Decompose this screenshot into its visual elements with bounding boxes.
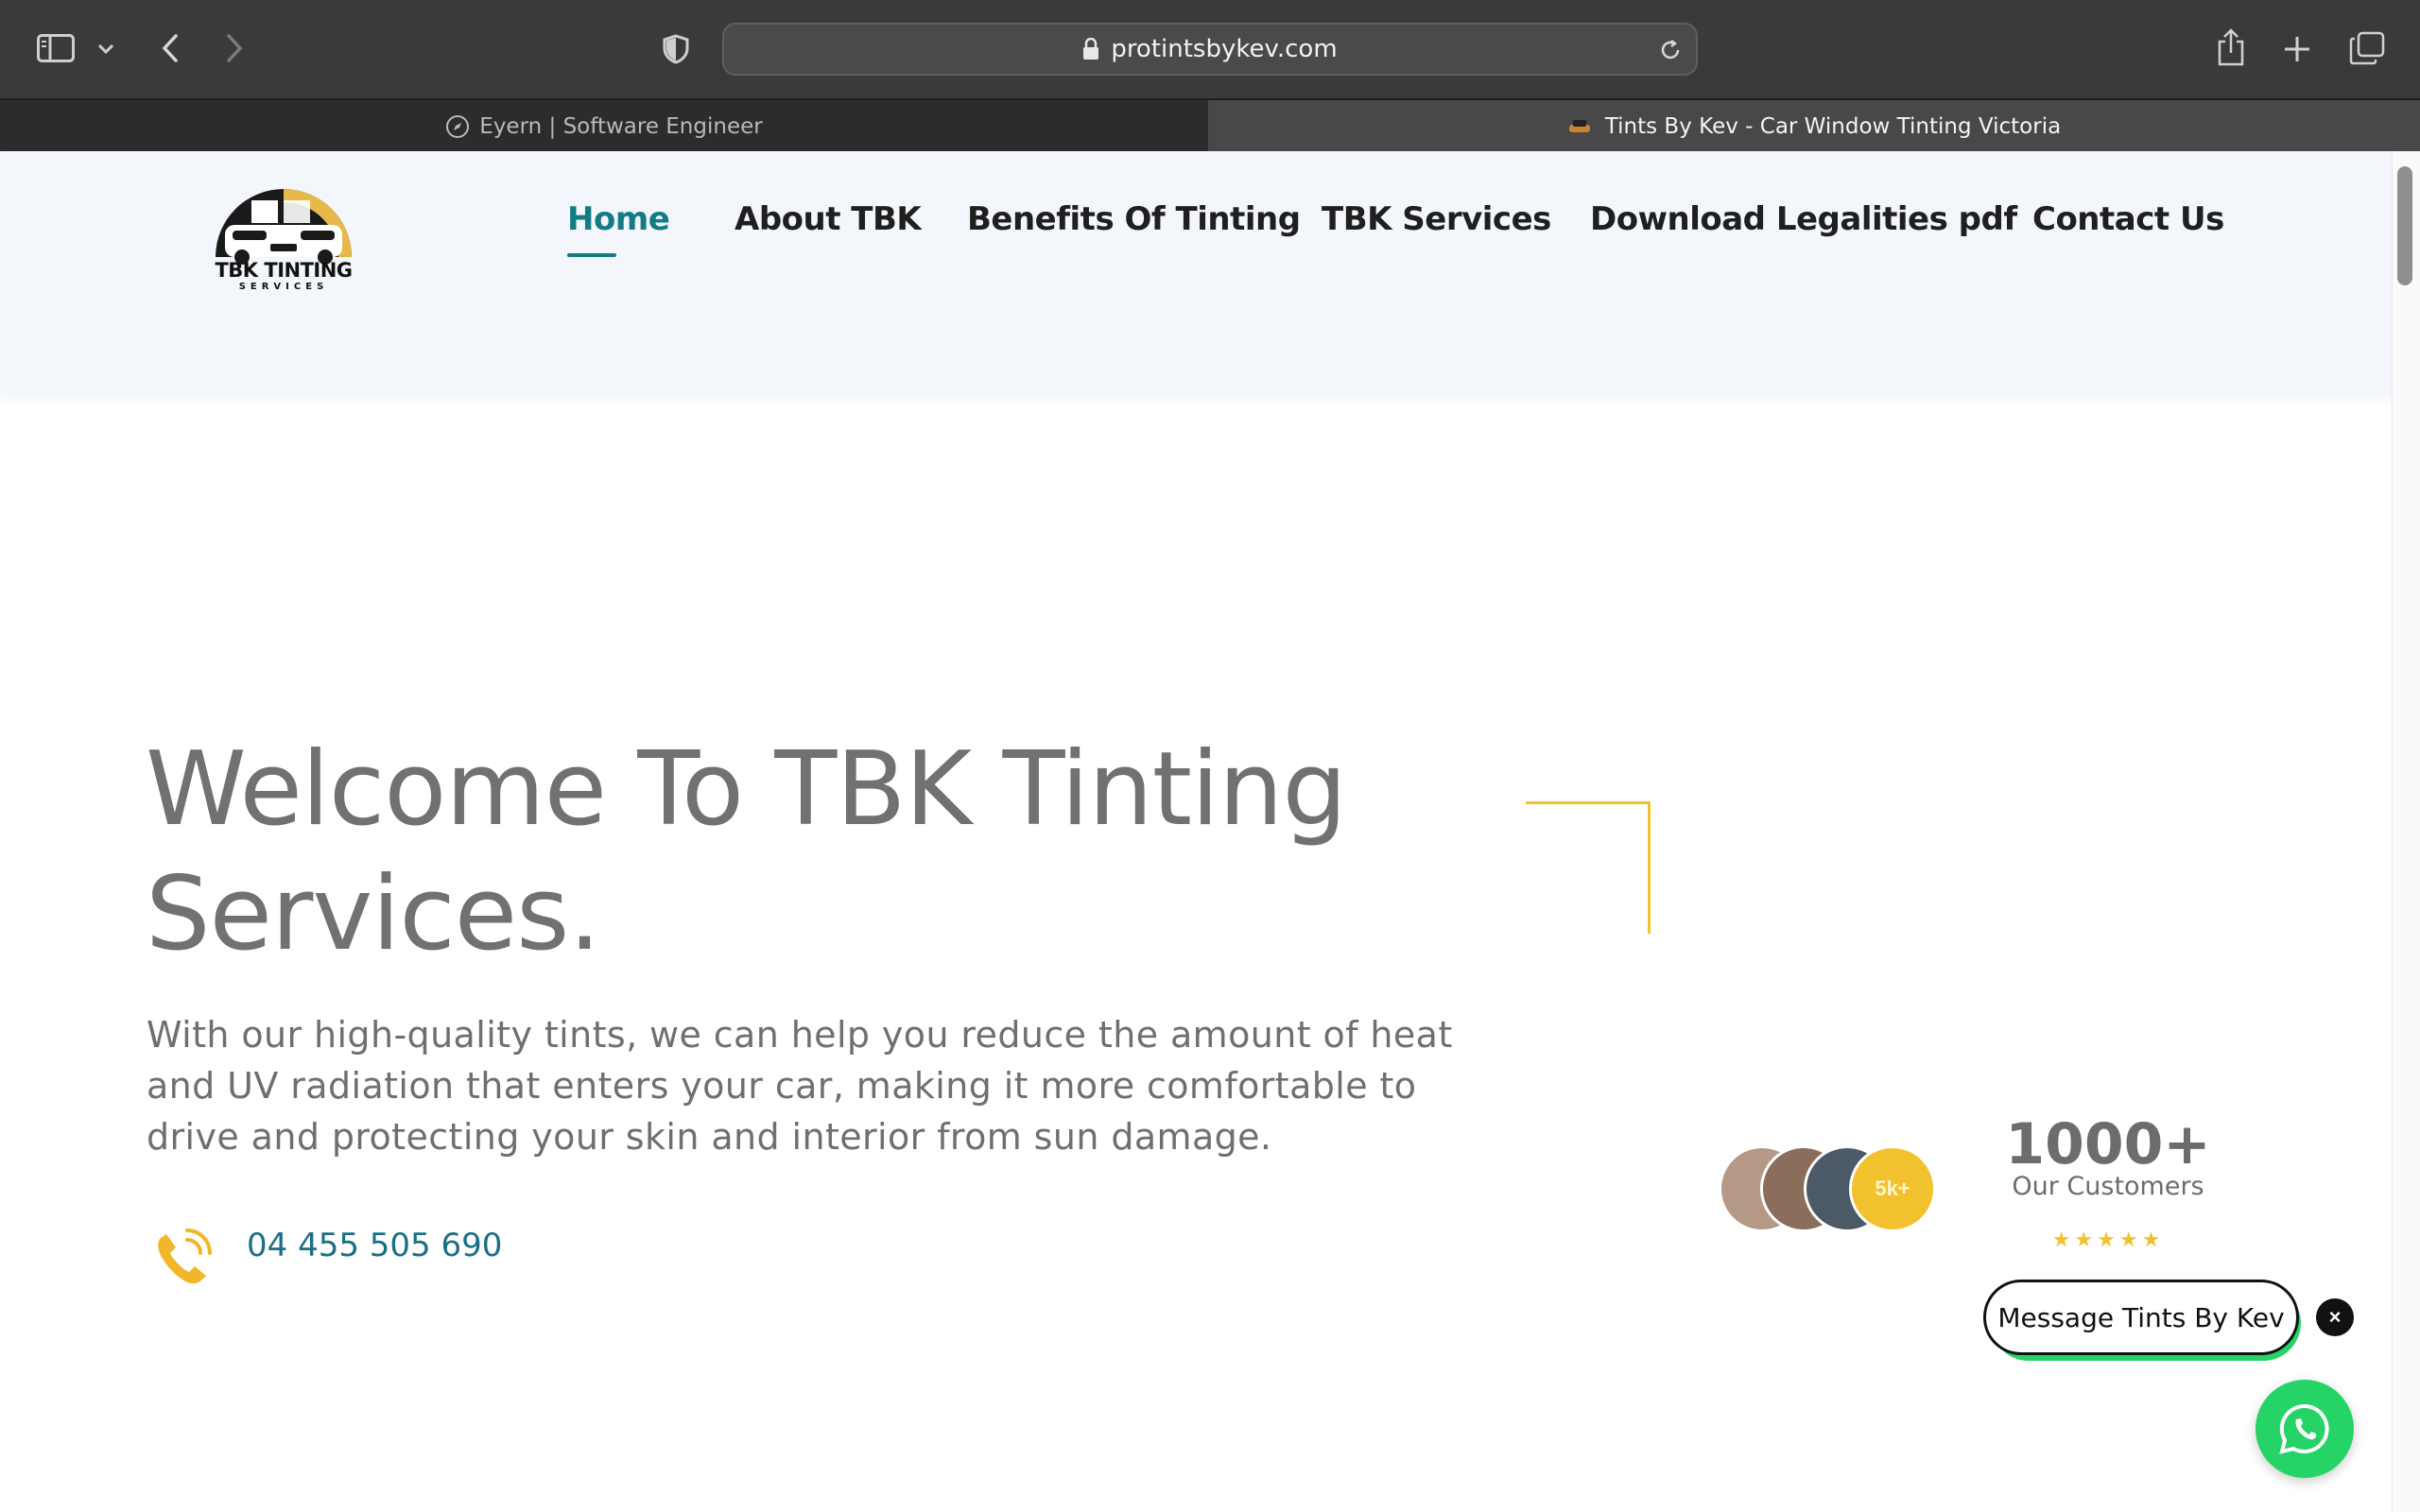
forward-icon[interactable] [219,30,250,66]
phone-link[interactable]: 04 455 505 690 [247,1227,502,1264]
privacy-shield-icon[interactable] [660,32,692,66]
nav-benefits[interactable]: Benefits Of Tinting [967,200,1301,238]
new-tab-icon[interactable] [2278,30,2316,68]
tab-bar: Eyern | Software Engineer Tints By Kev -… [0,98,2420,153]
tab-overview-icon[interactable] [2346,28,2388,68]
scrollbar-thumb[interactable] [2397,166,2412,285]
tab-title: Eyern | Software Engineer [479,114,763,139]
hero-description-line3: drive and protecting your skin and inter… [147,1116,1272,1158]
share-icon[interactable] [2212,26,2250,68]
nav-legalities[interactable]: Download Legalities pdf [1590,200,2017,238]
tbk-logo[interactable]: TBK TINTING SERVICES [197,163,371,295]
message-label: Message Tints By Kev [1997,1301,2285,1333]
message-button[interactable]: Message Tints By Kev [1983,1280,2299,1355]
hero-title: Welcome To TBK Tinting Services. [146,728,1469,977]
logo-subtext: SERVICES [238,282,329,292]
whatsapp-button[interactable] [2256,1380,2354,1478]
tab-tints-by-kev[interactable]: Tints By Kev - Car Window Tinting Victor… [1208,100,2420,153]
reload-icon[interactable] [1658,38,1683,62]
address-bar[interactable]: protintsbykev.com [722,23,1698,76]
nav-active-indicator [567,253,616,257]
back-icon[interactable] [155,30,185,66]
hero-description-line2: and UV radiation that enters your car, m… [147,1065,1417,1107]
browser-toolbar: protintsbykev.com [0,0,2420,98]
nav-services[interactable]: TBK Services [1322,200,1551,238]
tab-eyern[interactable]: Eyern | Software Engineer [0,100,1208,153]
phone-icon [151,1227,214,1289]
compass-icon [446,115,470,138]
rating-stars: ★★★★★ [2051,1228,2165,1252]
hero-title-line1: Welcome To TBK Tinting [146,730,1347,849]
customers-label: Our Customers [2012,1172,2204,1201]
nav-home[interactable]: Home [567,200,670,238]
chevron-down-icon[interactable] [95,38,117,60]
favicon-car-icon [1568,120,1590,132]
whatsapp-icon [2279,1403,2329,1454]
hero-title-line2: Services. [146,855,601,973]
scrollbar-track[interactable] [2392,151,2420,1512]
customers-count: 1000+ [2005,1111,2211,1177]
hero-description: With our high-quality tints, we can help… [147,1009,1470,1162]
close-icon[interactable]: × [2316,1298,2354,1336]
lock-icon [1083,38,1099,60]
hero-description-line1: With our high-quality tints, we can help… [147,1014,1453,1056]
nav-about[interactable]: About TBK [735,200,922,238]
customers-badge: 5k+ [1849,1145,1936,1232]
logo-text: TBK TINTING [215,259,353,282]
url-text: protintsbykev.com [1111,35,1338,63]
tab-title: Tints By Kev - Car Window Tinting Victor… [1604,114,2062,139]
sidebar-toggle-icon[interactable] [36,32,76,64]
site-header: TBK TINTING SERVICES Home About TBK Bene… [0,151,2392,395]
decorative-corner [1526,801,1651,934]
nav-contact[interactable]: Contact Us [2032,200,2224,238]
customer-avatars: 5k+ [1719,1145,1936,1232]
